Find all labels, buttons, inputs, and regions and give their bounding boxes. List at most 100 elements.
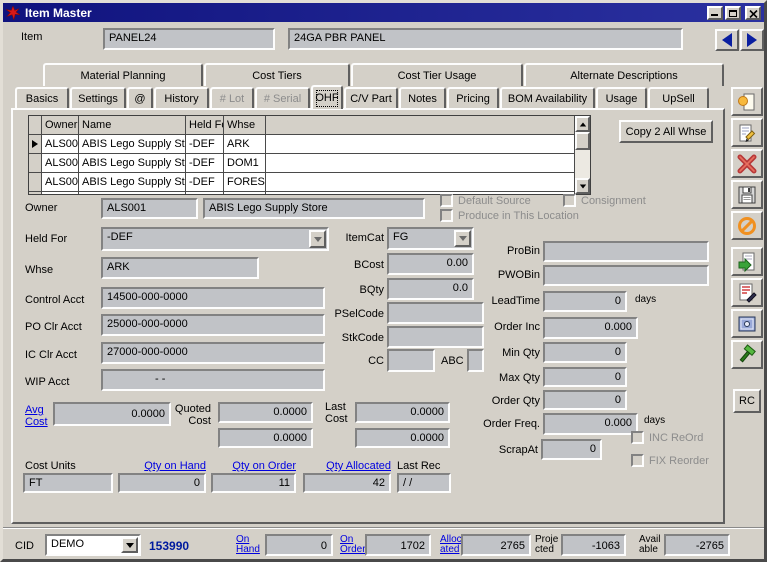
cell-held-for[interactable]: -DEF xyxy=(186,135,224,153)
item-description-field[interactable]: 24GA PBR PANEL xyxy=(288,28,683,50)
grid-row[interactable]: ALS001 ABIS Lego Supply Store -DEF FORES… xyxy=(29,173,590,192)
minimize-button[interactable] xyxy=(707,6,723,20)
tab-pricing[interactable]: Pricing xyxy=(447,87,499,108)
grid-vscrollbar[interactable] xyxy=(574,116,590,194)
cell-held-for[interactable]: -DEF xyxy=(186,154,224,172)
consignment-checkbox[interactable] xyxy=(563,194,576,207)
control-acct-field[interactable]: 14500-000-0000 xyxy=(101,287,325,309)
whse-field[interactable]: ARK xyxy=(101,257,259,279)
allocated-link[interactable]: Alloc ated xyxy=(440,535,462,555)
order-qty-field[interactable]: 0 xyxy=(543,390,627,410)
rc-button[interactable]: RC xyxy=(733,389,761,413)
tab-usage[interactable]: Usage xyxy=(596,87,647,108)
available-field[interactable]: -2765 xyxy=(664,534,730,556)
abc-field[interactable] xyxy=(467,349,484,372)
qty-on-order-field[interactable]: 11 xyxy=(211,473,296,493)
last-cost-field-top[interactable]: 0.0000 xyxy=(355,402,450,423)
qty-on-hand-link[interactable]: Qty on Hand xyxy=(118,460,206,472)
on-hand-field[interactable]: 0 xyxy=(265,534,333,556)
on-hand-link[interactable]: On Hand xyxy=(236,535,260,555)
min-qty-field[interactable]: 0 xyxy=(543,342,627,363)
cell-owner[interactable]: ALS001 xyxy=(42,173,79,191)
bqty-field[interactable]: 0.0 xyxy=(387,278,474,300)
tab-notes[interactable]: Notes xyxy=(399,87,446,108)
owner-name-field[interactable]: ABIS Lego Supply Store xyxy=(203,198,425,219)
psel-code-field[interactable] xyxy=(387,302,484,324)
quoted-cost-field-top[interactable]: 0.0000 xyxy=(218,402,313,423)
qty-on-order-link[interactable]: Qty on Order xyxy=(211,460,296,472)
grid-row[interactable]: ALS001 ABIS Lego Supply Store -DEF ARK xyxy=(29,135,590,154)
order-inc-field[interactable]: 0.000 xyxy=(543,317,638,339)
produce-here-checkbox[interactable] xyxy=(440,209,453,222)
fix-reorder-checkbox[interactable] xyxy=(631,454,644,467)
row-selector[interactable] xyxy=(29,173,42,191)
edit-button[interactable] xyxy=(731,118,763,147)
cancel-button[interactable] xyxy=(731,211,763,240)
projected-field[interactable]: -1063 xyxy=(561,534,626,556)
item-cat-dropdown-button[interactable] xyxy=(454,230,471,247)
cell-whse[interactable]: FOREST xyxy=(224,173,266,191)
scroll-down-button[interactable] xyxy=(575,178,590,194)
avg-cost-field[interactable]: 0.0000 xyxy=(53,402,171,426)
cid-dropdown-button[interactable] xyxy=(121,537,138,553)
item-cat-dropdown[interactable]: FG xyxy=(387,227,474,250)
cell-name[interactable]: ABIS Lego Supply Store xyxy=(79,135,186,153)
qty-on-hand-field[interactable]: 0 xyxy=(118,473,206,493)
tab-cost-tiers[interactable]: Cost Tiers xyxy=(204,63,350,86)
cell-owner[interactable]: ALS001 xyxy=(42,154,79,172)
default-source-checkbox[interactable] xyxy=(440,194,453,207)
maximize-button[interactable] xyxy=(725,6,741,20)
tab-ohf[interactable]: OHF xyxy=(311,85,343,109)
owner-code-field[interactable]: ALS001 xyxy=(101,198,198,219)
row-selector[interactable] xyxy=(29,135,42,153)
tab-material-planning[interactable]: Material Planning xyxy=(43,63,203,86)
cell-held-for[interactable]: -DEF xyxy=(186,173,224,191)
scroll-up-button[interactable] xyxy=(575,116,590,132)
bcost-field[interactable]: 0.00 xyxy=(387,253,474,275)
cell-owner[interactable]: ALS001 xyxy=(42,135,79,153)
cell-whse[interactable]: HOU xyxy=(224,192,266,195)
copy-to-all-whse-button[interactable]: Copy 2 All Whse xyxy=(619,120,713,143)
probin-field[interactable] xyxy=(543,241,709,262)
max-qty-field[interactable]: 0 xyxy=(543,367,627,387)
tab-basics[interactable]: Basics xyxy=(15,87,69,108)
lead-time-field[interactable]: 0 xyxy=(543,291,627,312)
po-clr-acct-field[interactable]: 25000-000-0000 xyxy=(101,314,325,336)
tab-settings[interactable]: Settings xyxy=(70,87,126,108)
pwobin-field[interactable] xyxy=(543,265,709,286)
cell-name[interactable]: ABIS Lego Supply Store xyxy=(79,173,186,191)
col-header-held-for[interactable]: Held For xyxy=(186,116,224,134)
col-header-whse[interactable]: Whse xyxy=(224,116,266,134)
item-code-field[interactable]: PANEL24 xyxy=(103,28,275,50)
cc-field[interactable] xyxy=(387,349,435,372)
quoted-cost-field-bottom[interactable]: 0.0000 xyxy=(218,428,313,448)
grid-row[interactable]: ALS001 ABIS Lego Supply Store -DEF DOM1 xyxy=(29,154,590,173)
inc-reord-checkbox[interactable] xyxy=(631,431,644,444)
delete-button[interactable] xyxy=(731,149,763,178)
cell-whse[interactable]: ARK xyxy=(224,135,266,153)
col-header-name[interactable]: Name xyxy=(79,116,186,134)
held-for-dropdown-button[interactable] xyxy=(309,230,326,248)
scrap-at-field[interactable]: 0 xyxy=(541,439,602,460)
allocated-field[interactable]: 2765 xyxy=(461,534,531,556)
ic-clr-acct-field[interactable]: 27000-000-0000 xyxy=(101,342,325,364)
cell-name[interactable]: ABC Test Company xyxy=(79,192,186,195)
note-add-button[interactable] xyxy=(731,87,763,116)
prev-item-button[interactable] xyxy=(715,29,739,51)
tab-history[interactable]: History xyxy=(154,87,209,108)
close-button[interactable] xyxy=(745,6,761,20)
wip-acct-field[interactable]: - - xyxy=(101,369,325,391)
next-item-button[interactable] xyxy=(740,29,764,51)
qty-allocated-field[interactable]: 42 xyxy=(303,473,391,493)
on-order-field[interactable]: 1702 xyxy=(365,534,431,556)
cell-held-for[interactable]: -DEF xyxy=(186,192,224,195)
gavel-button[interactable] xyxy=(731,340,763,369)
checkout-button[interactable] xyxy=(731,247,763,276)
cell-owner[interactable]: ATC001 xyxy=(42,192,79,195)
last-cost-field-bottom[interactable]: 0.0000 xyxy=(355,428,450,448)
tab-bom-availability[interactable]: BOM Availability xyxy=(500,87,595,108)
row-selector[interactable] xyxy=(29,154,42,172)
col-header-owner[interactable]: Owner xyxy=(42,116,79,134)
stk-code-field[interactable] xyxy=(387,326,484,348)
cost-units-field[interactable]: FT xyxy=(23,473,113,493)
